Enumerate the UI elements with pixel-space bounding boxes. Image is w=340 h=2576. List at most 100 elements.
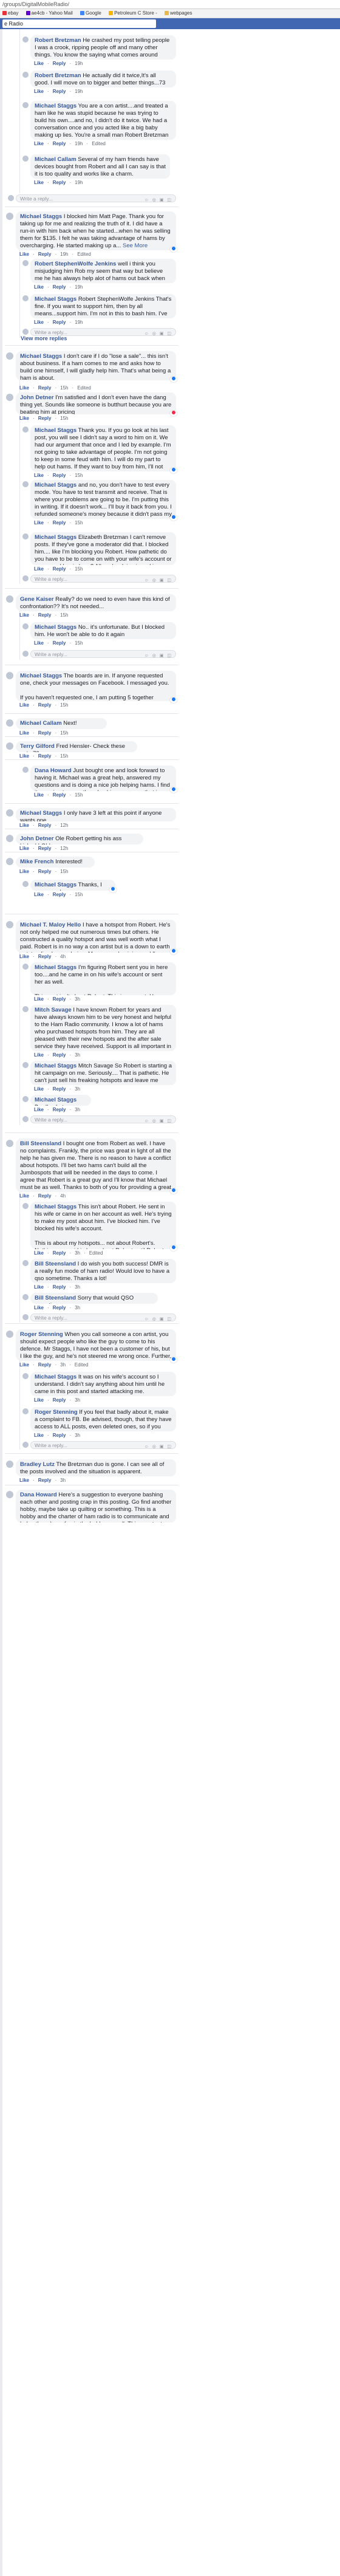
reply-tool-icons[interactable]: ☺ ◎ ▣ ◫ <box>144 577 172 584</box>
reaction-badge[interactable] <box>170 515 177 521</box>
comment-author[interactable]: Michael Staggs <box>35 1097 76 1103</box>
comment-author[interactable]: Michael Staggs <box>20 353 62 360</box>
like-button[interactable]: Like <box>34 1107 44 1112</box>
avatar[interactable] <box>6 394 13 401</box>
reply-button[interactable]: Reply <box>38 416 52 421</box>
avatar[interactable] <box>6 809 13 817</box>
edited-label[interactable]: Edited <box>77 385 91 391</box>
like-button[interactable]: Like <box>19 1362 29 1368</box>
avatar[interactable] <box>6 742 13 750</box>
avatar[interactable] <box>22 481 29 487</box>
avatar[interactable] <box>6 352 13 360</box>
comment-author[interactable]: Mike French <box>20 858 53 865</box>
reaction-badge[interactable] <box>170 697 177 703</box>
reply-button[interactable]: Reply <box>53 180 66 185</box>
comment-author[interactable]: Roger Stenning <box>35 1409 78 1416</box>
reaction-badge[interactable] <box>170 247 177 252</box>
reply-button[interactable]: Reply <box>53 640 66 646</box>
write-reply-input[interactable]: Write a reply... ☺ ◎ ▣ ◫ <box>30 1441 176 1449</box>
avatar[interactable] <box>22 1096 29 1102</box>
avatar[interactable] <box>22 767 29 773</box>
search-input[interactable]: e Radio <box>2 19 156 28</box>
avatar[interactable] <box>22 260 29 266</box>
reply-button[interactable]: Reply <box>53 1107 66 1112</box>
avatar[interactable] <box>6 719 13 727</box>
reply-button[interactable]: Reply <box>53 473 66 478</box>
comment-author[interactable]: Michael Staggs <box>20 213 62 220</box>
reply-button[interactable]: Reply <box>38 612 52 618</box>
like-button[interactable]: Like <box>19 385 29 391</box>
comment-author[interactable]: Terry Gilford <box>20 743 55 750</box>
reply-button[interactable]: Reply <box>38 1362 52 1368</box>
reply-button[interactable]: Reply <box>38 823 52 828</box>
reply-button[interactable]: Reply <box>38 1193 52 1199</box>
like-button[interactable]: Like <box>34 1250 44 1256</box>
reply-tool-icons[interactable]: ☺ ◎ ▣ ◫ <box>144 1443 172 1451</box>
reply-button[interactable]: Reply <box>53 1086 66 1092</box>
reply-tool-icons[interactable]: ☺ ◎ ▣ ◫ <box>144 1117 172 1125</box>
timestamp[interactable]: 15h <box>75 520 83 526</box>
reply-button[interactable]: Reply <box>53 61 66 66</box>
timestamp[interactable]: 15h <box>60 753 68 759</box>
like-button[interactable]: Like <box>34 180 44 185</box>
reaction-badge[interactable] <box>170 949 177 954</box>
timestamp[interactable]: 19h <box>75 61 83 66</box>
reply-button[interactable]: Reply <box>38 954 52 959</box>
timestamp[interactable]: 15h <box>60 730 68 736</box>
timestamp[interactable]: 15h <box>60 612 68 618</box>
avatar[interactable] <box>6 1140 13 1147</box>
timestamp[interactable]: 15h <box>60 869 68 874</box>
like-button[interactable]: Like <box>19 612 29 618</box>
comment-author[interactable]: Mitch Savage <box>35 1007 72 1013</box>
timestamp[interactable]: 19h <box>75 284 83 290</box>
timestamp[interactable]: 3h <box>60 1362 66 1368</box>
see-more-link[interactable]: See More <box>134 1360 158 1361</box>
timestamp[interactable]: 12h <box>60 823 68 828</box>
avatar[interactable] <box>22 1203 29 1209</box>
timestamp[interactable]: 3h <box>60 1478 66 1483</box>
reply-button[interactable]: Reply <box>38 252 52 257</box>
reply-button[interactable]: Reply <box>38 869 52 874</box>
comment-author[interactable]: Michael Callam <box>20 720 62 727</box>
reaction-badge[interactable] <box>170 787 177 793</box>
avatar[interactable] <box>6 921 13 928</box>
timestamp[interactable]: 19h <box>75 141 83 146</box>
timestamp[interactable]: 3h <box>75 996 80 1002</box>
avatar[interactable] <box>6 858 13 865</box>
comment-author[interactable]: Dana Howard <box>35 767 72 774</box>
comment-author[interactable]: Michael Staggs <box>20 810 62 817</box>
like-button[interactable]: Like <box>19 730 29 736</box>
comment-author[interactable]: Michael Staggs <box>35 624 76 631</box>
like-button[interactable]: Like <box>19 753 29 759</box>
avatar[interactable] <box>6 1491 13 1498</box>
like-button[interactable]: Like <box>19 954 29 959</box>
comment-author[interactable]: Michael Staggs <box>35 964 76 971</box>
like-button[interactable]: Like <box>34 520 44 526</box>
comment-author[interactable]: Robert Bretzman <box>35 37 81 44</box>
comment-author[interactable]: Roger Stenning <box>20 1331 63 1338</box>
comment-author[interactable]: Michael Staggs <box>35 1374 76 1380</box>
like-button[interactable]: Like <box>34 566 44 572</box>
see-more-link[interactable]: See More <box>123 242 148 249</box>
avatar[interactable] <box>6 672 13 679</box>
reply-button[interactable]: Reply <box>38 1478 52 1483</box>
comment-author[interactable]: Michael Staggs <box>35 103 76 109</box>
reply-tool-icons[interactable]: ☺ ◎ ▣ ◫ <box>144 652 172 660</box>
comment-author[interactable]: Bradley Lutz <box>20 1461 55 1468</box>
avatar[interactable] <box>6 1331 13 1338</box>
write-reply-input[interactable]: Write a reply... ☺ ◎ ▣ ◫ <box>16 194 176 202</box>
bookmark-yahoo-mail[interactable]: ae4cb - Yahoo Mail <box>25 9 73 18</box>
reply-button[interactable]: Reply <box>53 1305 66 1310</box>
like-button[interactable]: Like <box>19 846 29 851</box>
timestamp[interactable]: 15h <box>75 473 83 478</box>
timestamp[interactable]: 3h <box>75 1305 80 1310</box>
write-reply-input[interactable]: Write a reply... ☺ ◎ ▣ ◫ <box>30 1115 176 1123</box>
reply-button[interactable]: Reply <box>38 702 52 708</box>
avatar[interactable] <box>22 881 29 887</box>
comment-author[interactable]: Michael Staggs <box>35 534 76 541</box>
like-button[interactable]: Like <box>19 1193 29 1199</box>
like-button[interactable]: Like <box>34 61 44 66</box>
avatar[interactable] <box>6 595 13 603</box>
timestamp[interactable]: 3h <box>75 1433 80 1438</box>
comment-author[interactable]: Michael Staggs <box>35 482 76 488</box>
